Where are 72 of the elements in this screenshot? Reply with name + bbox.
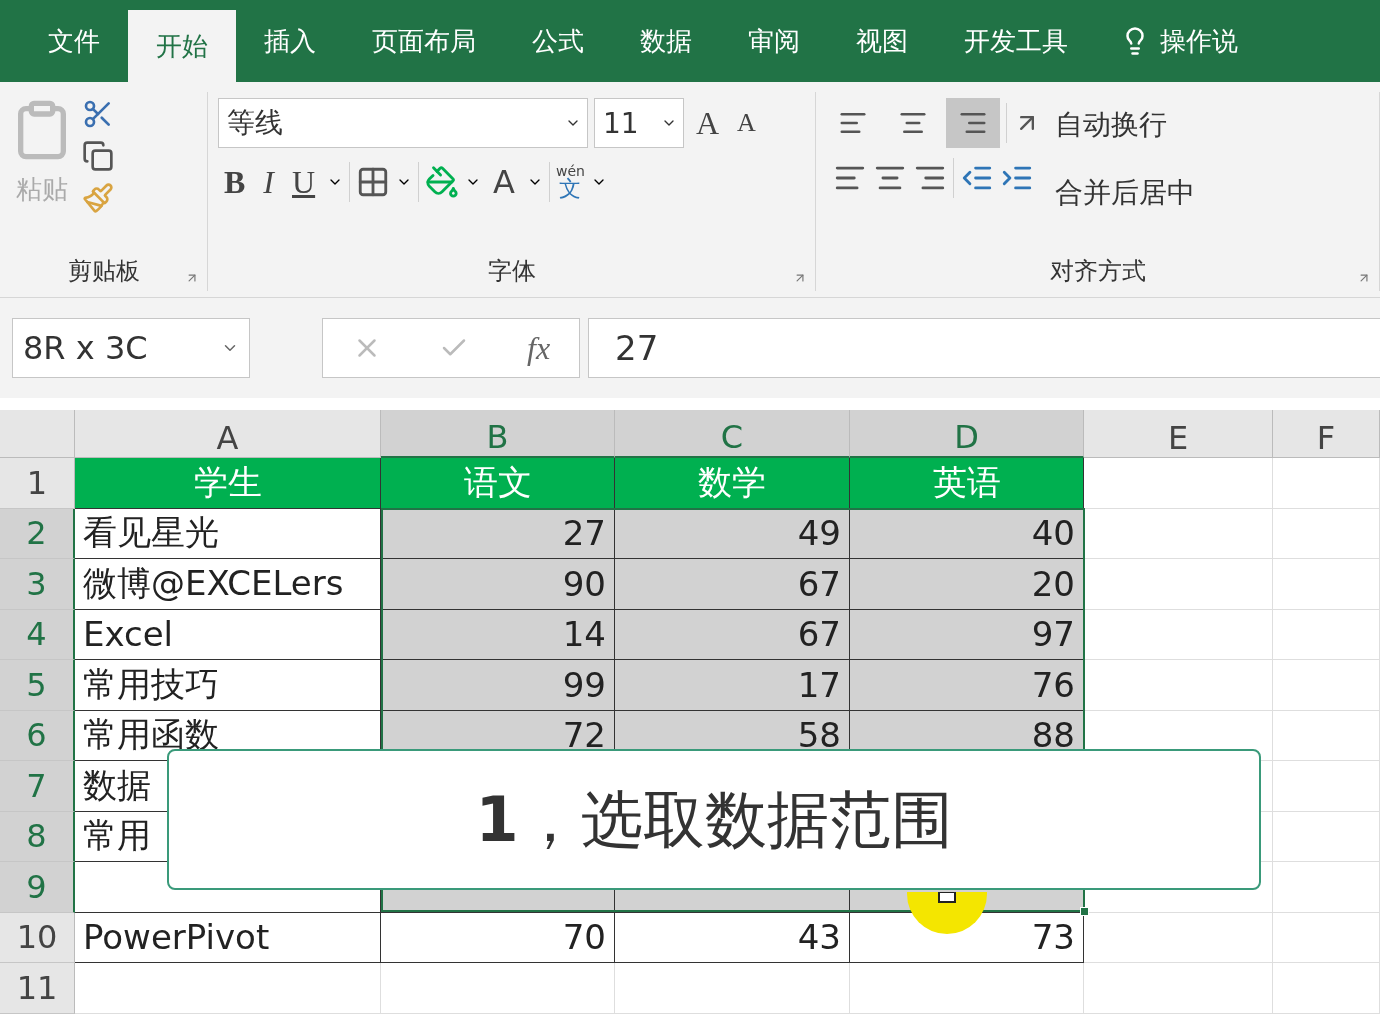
ribbon-tab[interactable]: 开始 — [128, 10, 236, 82]
ribbon-tab[interactable]: 文件 — [20, 0, 128, 82]
wrap-text-button[interactable]: 自动换行 — [1055, 106, 1167, 144]
row-header[interactable]: 3 — [0, 559, 75, 610]
caption-text: 1，选取数据范围 — [167, 749, 1261, 890]
vertical-align-button[interactable] — [946, 98, 1000, 148]
row-header[interactable]: 5 — [0, 660, 75, 711]
table-cell: 40 — [850, 508, 1084, 559]
column-header[interactable]: C — [615, 410, 850, 458]
ribbon-tab[interactable]: 视图 — [828, 0, 936, 82]
column-header[interactable]: F — [1273, 410, 1380, 458]
ribbon-tab[interactable]: 页面布局 — [344, 0, 504, 82]
column-header[interactable]: D — [850, 410, 1084, 458]
table-cell: 67 — [615, 559, 850, 610]
column-header[interactable]: E — [1084, 410, 1273, 458]
table-cell: 学生 — [75, 458, 381, 509]
group-label: 对齐方式 — [1048, 256, 1147, 287]
table-cell: 67 — [615, 609, 850, 660]
font-color-button[interactable]: A — [487, 163, 521, 201]
table-cell: 43 — [615, 912, 850, 963]
column-header[interactable]: A — [75, 410, 381, 458]
cursor-highlight-icon — [907, 892, 987, 934]
group-label: 剪贴板 — [66, 256, 141, 287]
font-name-field[interactable]: 等线 — [218, 98, 588, 148]
table-cell: 数学 — [615, 458, 850, 509]
row-header[interactable]: 9 — [0, 862, 75, 913]
table-cell: 看见星光 — [75, 508, 381, 559]
row-header[interactable]: 1 — [0, 458, 75, 509]
ribbon-tab[interactable]: 开发工具 — [936, 0, 1096, 82]
grow-font-button[interactable]: A — [690, 104, 726, 142]
table-cell: Excel — [75, 609, 381, 660]
underline-button[interactable]: U — [286, 163, 322, 201]
table-cell: 常用技巧 — [75, 660, 381, 711]
merge-center-button[interactable]: 合并后居中 — [1055, 174, 1195, 212]
tell-me-search[interactable]: 操作说 — [1160, 23, 1238, 59]
font-size-field[interactable]: 11 — [594, 98, 684, 148]
table-cell: 76 — [850, 660, 1084, 711]
table-cell: 17 — [615, 660, 850, 711]
table-cell: 微博@EXCELers — [75, 559, 381, 610]
table-cell: 70 — [381, 912, 615, 963]
column-header[interactable]: B — [381, 410, 615, 458]
row-header[interactable]: 6 — [0, 710, 75, 761]
table-cell: 语文 — [381, 458, 615, 509]
ribbon-tab[interactable]: 数据 — [612, 0, 720, 82]
italic-button[interactable]: I — [257, 163, 280, 201]
ribbon-tab[interactable]: 审阅 — [720, 0, 828, 82]
fill-color-icon[interactable] — [425, 165, 460, 199]
name-box[interactable]: 8R x 3C — [12, 318, 250, 378]
row-header[interactable]: 7 — [0, 761, 75, 812]
ribbon-tab[interactable]: 插入 — [236, 0, 344, 82]
table-cell: PowerPivot — [75, 912, 381, 963]
phonetic-button[interactable]: wén 文 — [556, 164, 585, 200]
copy-icon[interactable] — [82, 140, 114, 172]
table-cell: 20 — [850, 559, 1084, 610]
row-header[interactable]: 2 — [0, 508, 75, 559]
ribbon-tab[interactable]: 公式 — [504, 0, 612, 82]
shrink-font-button[interactable]: A — [731, 108, 762, 138]
table-cell: 14 — [381, 609, 615, 660]
group-label: 字体 — [486, 256, 537, 287]
table-cell: 97 — [850, 609, 1084, 660]
bold-button[interactable]: B — [218, 163, 252, 201]
formula-input[interactable]: 27 — [588, 318, 1380, 378]
table-cell: 49 — [615, 508, 850, 559]
row-header[interactable]: 4 — [0, 609, 75, 660]
table-cell: 90 — [381, 559, 615, 610]
table-cell: 27 — [381, 508, 615, 559]
table-cell: 99 — [381, 660, 615, 711]
row-header[interactable]: 10 — [0, 912, 75, 963]
row-header[interactable]: 8 — [0, 811, 75, 862]
row-header[interactable]: 11 — [0, 963, 75, 1014]
insert-function-button[interactable]: fx — [527, 329, 551, 367]
table-cell: 英语 — [850, 458, 1084, 509]
